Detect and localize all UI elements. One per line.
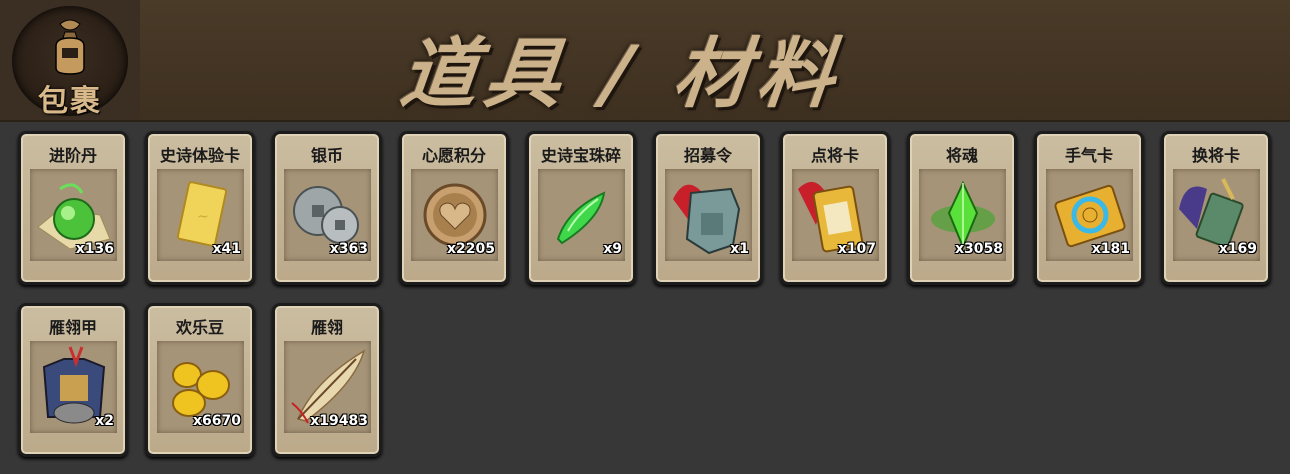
item-name: 心愿积分 — [421, 146, 486, 165]
item-name: 史诗体验卡 — [159, 146, 240, 165]
item-count: x9 — [603, 241, 622, 257]
item-count: x107 — [837, 241, 876, 257]
item-count: x1 — [730, 241, 749, 257]
gold-card-icon: ~ x41 — [157, 169, 244, 261]
luck-card-icon: x181 — [1046, 169, 1133, 261]
item-card[interactable]: 进阶丹 x136 — [18, 131, 128, 285]
item-name: 点将卡 — [810, 146, 859, 165]
bag-logo-emblem: 包裹 — [12, 6, 128, 119]
item-count: x136 — [75, 241, 114, 257]
silver-coins-icon: x363 — [284, 169, 371, 261]
item-count: x169 — [1218, 241, 1257, 257]
heart-coin-icon: x2205 — [411, 169, 498, 261]
item-name: 史诗宝珠碎 — [540, 146, 621, 165]
general-card-icon: x107 — [792, 169, 879, 261]
item-card[interactable]: 将魂 x3058 — [907, 131, 1017, 285]
item-name: 进阶丹 — [48, 146, 97, 165]
item-card[interactable]: 手气卡 x181 — [1034, 131, 1144, 285]
item-name: 手气卡 — [1064, 146, 1113, 165]
header-bar: 包裹 道具 / 材料 — [0, 0, 1290, 122]
item-name: 将魂 — [945, 146, 978, 165]
item-card[interactable]: 雁翎甲 x2 — [18, 303, 128, 457]
gold-beans-icon: x6670 — [157, 341, 244, 433]
item-card[interactable]: 雁翎 x19483 — [272, 303, 382, 457]
soul-crystal-icon: x3058 — [919, 169, 1006, 261]
page-title: 道具 / 材料 — [396, 29, 847, 118]
item-count: x363 — [329, 241, 368, 257]
item-name: 换将卡 — [1191, 146, 1240, 165]
item-count: x181 — [1091, 241, 1130, 257]
item-name: 银币 — [310, 146, 343, 165]
armor-icon: x2 — [30, 341, 117, 433]
item-count: x41 — [212, 241, 241, 257]
item-name: 雁翎 — [310, 318, 343, 337]
item-count: x6670 — [193, 413, 241, 429]
item-count: x2 — [95, 413, 114, 429]
item-name: 欢乐豆 — [175, 318, 224, 337]
item-card[interactable]: 点将卡 x107 — [780, 131, 890, 285]
green-orb-icon: x136 — [30, 169, 117, 261]
feather-icon: x19483 — [284, 341, 371, 433]
item-card[interactable]: 心愿积分 x2205 — [399, 131, 509, 285]
item-name: 雁翎甲 — [48, 318, 97, 337]
item-card[interactable]: 换将卡 x169 — [1161, 131, 1271, 285]
bag-icon — [55, 19, 85, 75]
bag-logo[interactable]: 包裹 — [0, 0, 140, 120]
svg-text:~: ~ — [197, 209, 209, 225]
item-card[interactable]: 招募令 x1 — [653, 131, 763, 285]
bag-logo-label: 包裹 — [38, 84, 102, 119]
item-card[interactable]: 史诗宝珠碎 x9 — [526, 131, 636, 285]
green-shard-icon: x9 — [538, 169, 625, 261]
item-count: x3058 — [955, 241, 1003, 257]
item-card[interactable]: 欢乐豆 x6670 — [145, 303, 255, 457]
item-card[interactable]: 银币 x363 — [272, 131, 382, 285]
swap-card-icon: x169 — [1173, 169, 1260, 261]
item-count: x2205 — [447, 241, 495, 257]
recruit-token-icon: x1 — [665, 169, 752, 261]
item-count: x19483 — [310, 413, 368, 429]
item-name: 招募令 — [683, 146, 732, 165]
item-card[interactable]: 史诗体验卡 ~ x41 — [145, 131, 255, 285]
